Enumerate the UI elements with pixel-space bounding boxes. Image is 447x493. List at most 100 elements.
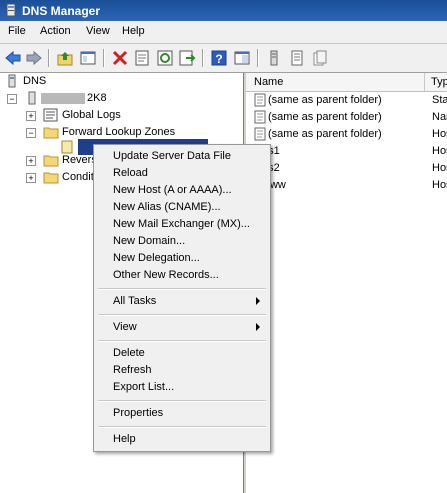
column-header-name[interactable]: Name [254,76,283,88]
menu-reload[interactable]: Reload [96,165,268,182]
menu-label: New Host (A or AAAA)... [113,184,232,196]
expand-icon[interactable]: + [26,173,36,183]
collapse-icon[interactable]: − [7,94,17,104]
menu-separator [98,340,266,342]
tree-node-global-logs[interactable]: + Global Logs [26,108,166,124]
tree-label-server: 2K8 [87,92,107,104]
tree-node-dns[interactable]: DNS [5,74,125,90]
tree-label-global-logs: Global Logs [62,109,121,121]
menu-label: Other New Records... [113,269,219,281]
menu-label: Reload [113,167,148,179]
log-icon [43,108,58,122]
list-header: Name Typ [246,73,447,92]
menu-refresh[interactable]: Refresh [96,362,268,379]
menu-label: New Mail Exchanger (MX)... [113,218,250,230]
show-tree-icon[interactable] [78,48,98,68]
menu-label: Delete [113,347,145,359]
forward-icon[interactable] [24,48,44,68]
menu-label: New Domain... [113,235,186,247]
folder-icon [43,172,59,184]
collapse-icon[interactable]: − [26,128,36,138]
server-icon [28,91,36,105]
row-name: (same as parent folder) [268,94,382,106]
expand-icon[interactable]: + [26,111,36,121]
record-icon [254,127,266,141]
list-pane: Name Typ (same as parent folder) Sta (sa… [246,73,447,493]
tree-label-forward-zones: Forward Lookup Zones [62,126,176,138]
menu-export-list[interactable]: Export List... [96,379,268,396]
menu-new-mail-exchanger[interactable]: New Mail Exchanger (MX)... [96,216,268,233]
menu-bar: File Action View Help [0,21,447,44]
row-type: Sta [432,94,447,106]
refresh-icon[interactable] [155,48,175,68]
menu-separator [98,400,266,402]
record-icon [254,110,266,124]
column-splitter[interactable] [424,73,425,91]
redacted-server-name [41,93,85,104]
record-icon [254,93,266,107]
list-row[interactable]: (same as parent folder) Hos [246,126,447,143]
row-type: Hos [432,179,447,191]
menu-view[interactable]: View [86,25,110,37]
properties-icon[interactable] [132,48,152,68]
menu-new-host[interactable]: New Host (A or AAAA)... [96,182,268,199]
back-icon[interactable] [3,48,23,68]
zone-icon [61,140,73,154]
folder-icon [43,155,59,167]
menu-other-new-records[interactable]: Other New Records... [96,267,268,284]
list-row[interactable]: www Hos [246,177,447,194]
dns-manager-icon [6,3,16,17]
menu-new-domain[interactable]: New Domain... [96,233,268,250]
menu-label: Export List... [113,381,175,393]
row-type: Hos [432,128,447,140]
tree-label-reverse-zones: Revers [62,154,97,166]
menu-help[interactable]: Help [122,25,145,37]
help-icon[interactable]: ? [209,48,229,68]
menu-update-server-data-file[interactable]: Update Server Data File [96,148,268,165]
up-folder-icon[interactable] [55,48,75,68]
context-menu: Update Server Data File Reload New Host … [93,144,271,452]
menu-label: All Tasks [113,295,157,307]
menu-separator [98,426,266,428]
console-icon[interactable] [232,48,252,68]
menu-new-delegation[interactable]: New Delegation... [96,250,268,267]
menu-label: Help [113,433,136,445]
delete-icon[interactable] [110,48,130,68]
list-row[interactable]: (same as parent folder) Nar [246,109,447,126]
menu-help[interactable]: Help [96,431,268,448]
menu-label: Refresh [113,364,152,376]
menu-separator [98,314,266,316]
row-type: Hos [432,162,447,174]
menu-properties[interactable]: Properties [96,405,268,422]
tree-label-conditional: Condit [62,171,94,183]
list-row[interactable]: (same as parent folder) Sta [246,92,447,109]
tree-node-server[interactable]: − 2K8 [7,91,127,107]
menu-action[interactable]: Action [40,25,71,37]
column-header-type[interactable]: Typ [431,76,447,88]
list-row[interactable]: ns1 Hos [246,143,447,160]
menu-label: Properties [113,407,164,419]
title-bar: DNS Manager [0,0,447,21]
folder-icon [43,127,59,139]
menu-new-alias[interactable]: New Alias (CNAME)... [96,199,268,216]
menu-delete[interactable]: Delete [96,345,268,362]
row-name: (same as parent folder) [268,128,382,140]
menu-separator [98,288,266,290]
row-name: (same as parent folder) [268,111,382,123]
menu-label: New Alias (CNAME)... [113,201,221,213]
svg-text:?: ? [215,52,222,66]
menu-file[interactable]: File [8,25,26,37]
menu-view[interactable]: View [96,319,268,336]
tree-label-dns: DNS [23,75,47,87]
window-title: DNS Manager [22,4,101,18]
records-icon[interactable] [310,48,330,68]
expand-icon[interactable]: + [26,156,36,166]
menu-all-tasks[interactable]: All Tasks [96,293,268,310]
row-type: Nar [432,111,447,123]
list-icon[interactable] [287,48,307,68]
toolbar: ? [0,44,447,73]
export-icon[interactable] [177,48,197,68]
menu-label: Update Server Data File [113,150,231,162]
list-row[interactable]: ns2 Hos [246,160,447,177]
server-icon[interactable] [264,48,284,68]
